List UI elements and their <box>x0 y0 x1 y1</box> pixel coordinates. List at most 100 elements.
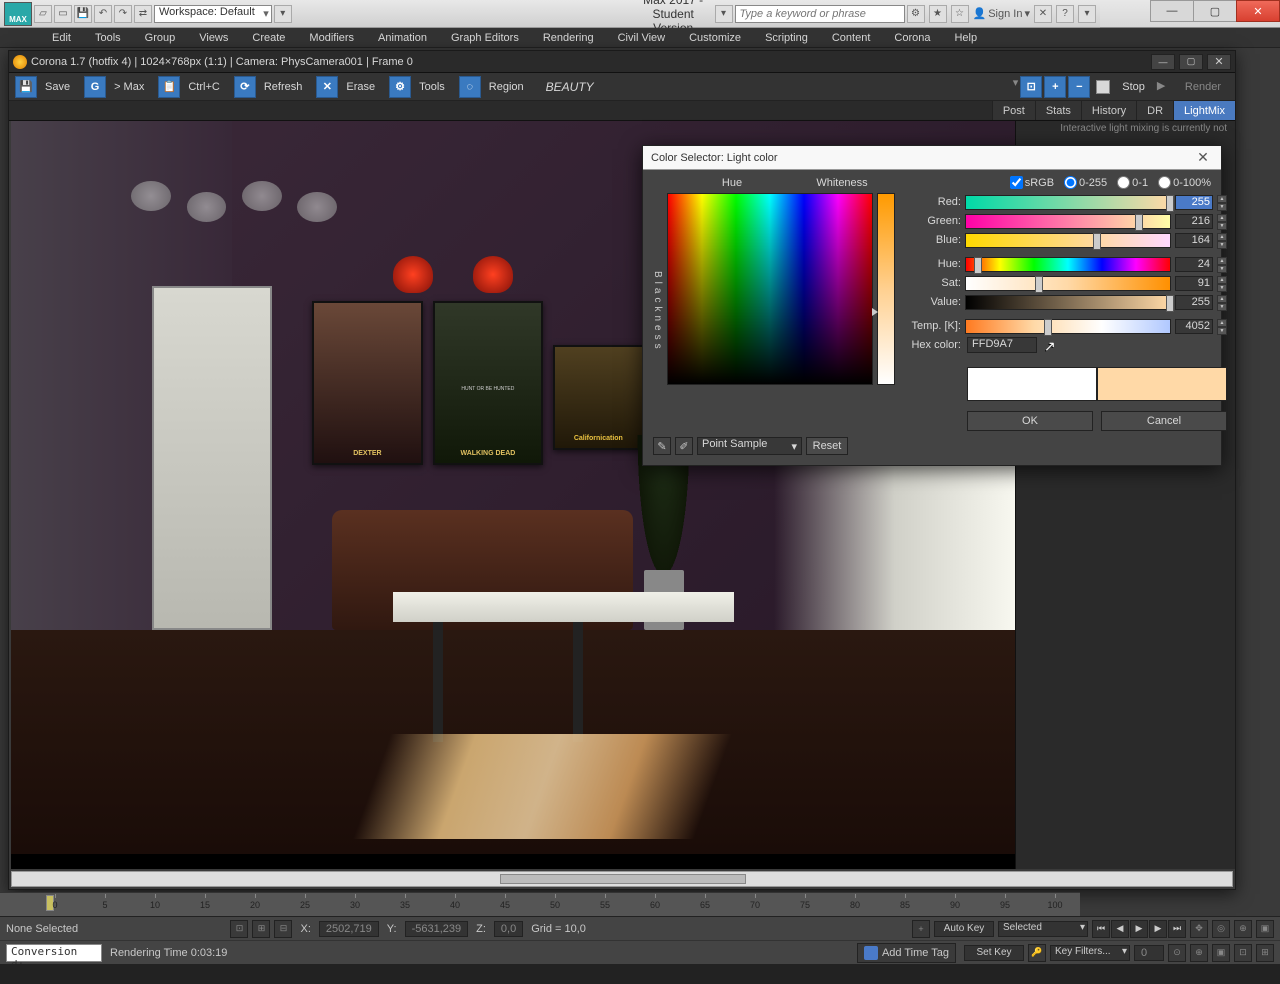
range-0-255[interactable]: 0-255 <box>1064 176 1107 189</box>
slider-spinner-0[interactable]: ▲▼ <box>1217 195 1227 210</box>
play-icon[interactable]: ▶ <box>1130 920 1148 938</box>
menu-create[interactable]: Create <box>240 30 297 46</box>
swatch-old[interactable] <box>967 367 1097 401</box>
refresh-icon[interactable]: ⟳ <box>234 76 256 98</box>
slider-track-0[interactable] <box>965 195 1171 210</box>
slider-value-2[interactable]: 164 <box>1175 233 1213 248</box>
slider-thumb-2[interactable] <box>1093 233 1101 250</box>
nav-orbit-icon[interactable]: ◎ <box>1212 920 1230 938</box>
range-0-1[interactable]: 0-1 <box>1117 176 1148 189</box>
signin-button[interactable]: 👤 Sign In ▾ <box>973 7 1030 20</box>
menu-scripting[interactable]: Scripting <box>753 30 820 46</box>
prev-frame-icon[interactable]: ◀ <box>1111 920 1129 938</box>
workspace-menu-icon[interactable]: ▾ <box>274 5 292 23</box>
keymode-icon[interactable]: + <box>912 920 930 938</box>
script-listener[interactable]: Conversion d: <box>6 944 102 962</box>
snap-icon[interactable]: ⊞ <box>252 920 270 938</box>
slider-spinner-2[interactable]: ▲▼ <box>1217 233 1227 248</box>
play-icon[interactable]: ▶ <box>1157 79 1173 95</box>
ok-button[interactable]: OK <box>967 411 1093 431</box>
tab-lightmix[interactable]: LightMix <box>1173 101 1235 120</box>
menu-group[interactable]: Group <box>133 30 188 46</box>
sample-mode-select[interactable]: Point Sample <box>697 437 802 455</box>
favorite-icon[interactable]: ☆ <box>951 5 969 23</box>
slider-thumb-4[interactable] <box>1035 276 1043 293</box>
tomax-button[interactable]: > Max <box>106 76 152 98</box>
slider-spinner-5[interactable]: ▲▼ <box>1217 295 1227 310</box>
zoom-in-icon[interactable]: + <box>1044 76 1066 98</box>
slider-value-3[interactable]: 24 <box>1175 257 1213 272</box>
swatch-new[interactable] <box>1097 367 1227 401</box>
corona-titlebar[interactable]: Corona 1.7 (hotfix 4) | 1024×768px (1:1)… <box>9 51 1235 73</box>
nav-max-icon[interactable]: ⊡ <box>1234 944 1252 962</box>
next-frame-icon[interactable]: ▶ <box>1149 920 1167 938</box>
slider-spinner-6[interactable]: ▲▼ <box>1217 319 1227 334</box>
slider-value-0[interactable]: 255 <box>1175 195 1213 210</box>
menu-views[interactable]: Views <box>187 30 240 46</box>
link-icon[interactable]: ⇄ <box>134 5 152 23</box>
open-icon[interactable]: ▭ <box>54 5 72 23</box>
copy-icon[interactable]: 📋 <box>158 76 180 98</box>
new-icon[interactable]: ▱ <box>34 5 52 23</box>
slider-value-1[interactable]: 216 <box>1175 214 1213 229</box>
slider-thumb-1[interactable] <box>1135 214 1143 231</box>
goto-end-icon[interactable]: ⏭ <box>1168 920 1186 938</box>
exchange-icon[interactable]: ✕ <box>1034 5 1052 23</box>
x-value[interactable]: 2502,719 <box>319 921 379 937</box>
z-value[interactable]: 0,0 <box>494 921 523 937</box>
erase-button[interactable]: Erase <box>338 76 383 98</box>
nav-all-icon[interactable]: ⊞ <box>1256 944 1274 962</box>
save-icon[interactable]: 💾 <box>15 76 37 98</box>
eyedropper2-icon[interactable]: ✐ <box>675 437 693 455</box>
refresh-button[interactable]: Refresh <box>256 76 311 98</box>
menu-rendering[interactable]: Rendering <box>531 30 606 46</box>
eyedropper-icon[interactable]: ✎ <box>653 437 671 455</box>
save-icon[interactable]: 💾 <box>74 5 92 23</box>
slider-track-2[interactable] <box>965 233 1171 248</box>
slider-track-6[interactable] <box>965 319 1171 334</box>
menu-civilview[interactable]: Civil View <box>606 30 677 46</box>
star-icon[interactable]: ★ <box>929 5 947 23</box>
title-menu-icon[interactable]: ▾ <box>715 5 733 23</box>
corona-minimize[interactable]: — <box>1151 54 1175 70</box>
whiteness-strip[interactable] <box>877 193 895 385</box>
slider-value-5[interactable]: 255 <box>1175 295 1213 310</box>
corona-maximize[interactable]: ▢ <box>1179 54 1203 70</box>
keyfilters-button[interactable]: Key Filters... <box>1050 945 1130 961</box>
nav-zoom2-icon[interactable]: ⊕ <box>1190 944 1208 962</box>
hue-field[interactable] <box>667 193 873 385</box>
help-icon[interactable]: ? <box>1056 5 1074 23</box>
region-icon[interactable]: ◌ <box>459 76 481 98</box>
slider-thumb-5[interactable] <box>1166 295 1174 312</box>
axis-icon[interactable]: ⊟ <box>274 920 292 938</box>
nav-zoom-icon[interactable]: ⊕ <box>1234 920 1252 938</box>
os-maximize-button[interactable]: ▢ <box>1193 0 1237 22</box>
os-close-button[interactable]: ✕ <box>1236 0 1280 22</box>
slider-track-3[interactable] <box>965 257 1171 272</box>
color-dialog-titlebar[interactable]: Color Selector: Light color ✕ <box>643 146 1221 170</box>
slider-track-4[interactable] <box>965 276 1171 291</box>
goto-start-icon[interactable]: ⏮ <box>1092 920 1110 938</box>
channel-selector[interactable]: BEAUTY <box>538 80 1007 94</box>
menu-customize[interactable]: Customize <box>677 30 753 46</box>
nav-pan-icon[interactable]: ✥ <box>1190 920 1208 938</box>
menu-modifiers[interactable]: Modifiers <box>297 30 366 46</box>
menu-content[interactable]: Content <box>820 30 883 46</box>
render-button[interactable]: Render <box>1177 81 1229 93</box>
copy-button[interactable]: Ctrl+C <box>180 76 227 98</box>
help-search-input[interactable] <box>735 5 905 23</box>
lock-icon[interactable]: ⊡ <box>230 920 248 938</box>
menu-help[interactable]: Help <box>942 30 989 46</box>
menu-edit[interactable]: Edit <box>40 30 83 46</box>
tab-stats[interactable]: Stats <box>1035 101 1081 120</box>
add-time-tag-button[interactable]: Add Time Tag <box>857 943 956 963</box>
menu-corona[interactable]: Corona <box>882 30 942 46</box>
keymode-select[interactable]: Selected <box>998 921 1088 937</box>
nav-fov-icon[interactable]: ▣ <box>1256 920 1274 938</box>
hex-input[interactable]: FFD9A7 <box>967 337 1037 353</box>
slider-track-5[interactable] <box>965 295 1171 310</box>
tomax-icon[interactable]: G <box>84 76 106 98</box>
help-menu-icon[interactable]: ▾ <box>1078 5 1096 23</box>
stop-button[interactable]: Stop <box>1114 76 1153 98</box>
menu-grapheditors[interactable]: Graph Editors <box>439 30 531 46</box>
